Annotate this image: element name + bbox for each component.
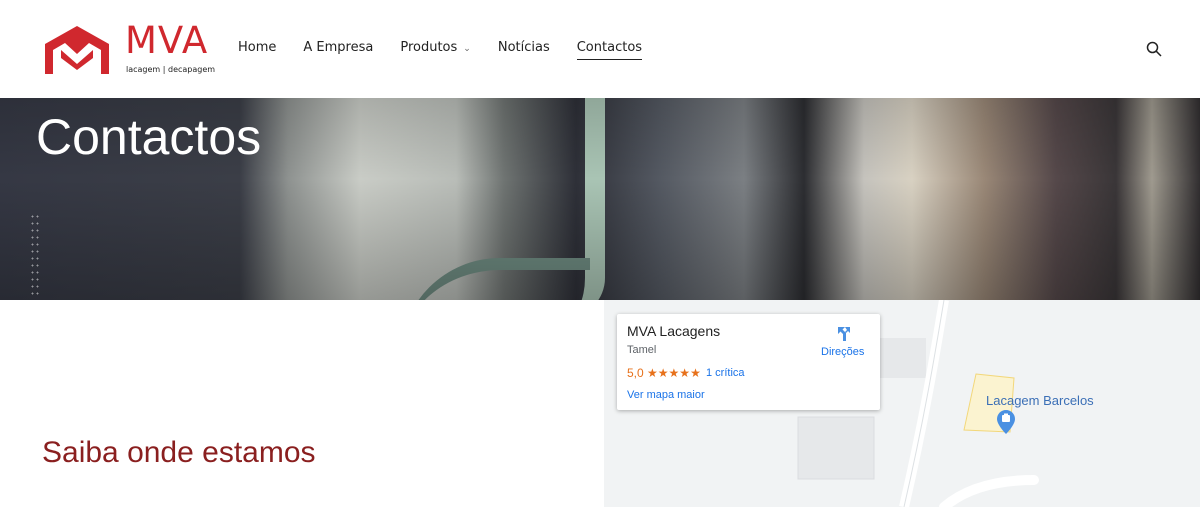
nav-produtos[interactable]: Produtos ⌄ — [400, 40, 471, 60]
nav-a-empresa[interactable]: A Empresa — [303, 40, 373, 60]
nav-home[interactable]: Home — [238, 40, 276, 60]
place-rating: 5,0 ★★★★★ — [627, 366, 701, 380]
chevron-down-icon: ⌄ — [463, 44, 471, 54]
nav-noticias[interactable]: Notícias — [498, 40, 550, 60]
main-nav: Home A Empresa Produtos ⌄ Notícias Contac… — [238, 40, 669, 60]
house-logo-icon — [45, 26, 109, 74]
nav-contactos[interactable]: Contactos — [576, 40, 643, 60]
directions-link[interactable]: Direções — [821, 346, 864, 358]
hero-banner: Contactos — [0, 98, 1200, 300]
logo-text: MVA — [125, 19, 209, 62]
site-header: MVA lacagem | decapagem Home A Empresa P… — [0, 0, 1200, 98]
nav-produtos-label: Produtos — [400, 40, 458, 55]
reviews-link[interactable]: 1 crítica — [706, 367, 745, 379]
map-pin-icon[interactable] — [997, 410, 1015, 434]
map-place-label[interactable]: Lacagem Barcelos — [986, 393, 1094, 408]
rating-stars: ★★★★★ — [647, 366, 701, 380]
section-title: Saiba onde estamos — [42, 436, 316, 469]
place-location: Tamel — [627, 344, 657, 356]
view-larger-map-link[interactable]: Ver mapa maior — [627, 389, 705, 401]
logo-tagline: lacagem | decapagem — [126, 65, 216, 74]
page-title: Contactos — [36, 109, 262, 165]
directions-icon[interactable] — [835, 325, 853, 343]
rating-value: 5,0 — [627, 366, 644, 380]
logo[interactable]: MVA lacagem | decapagem — [43, 22, 215, 80]
place-name: MVA Lacagens — [627, 323, 721, 339]
place-card: MVA Lacagens Tamel 5,0 ★★★★★ 1 crítica V… — [617, 314, 880, 410]
hero-dots — [30, 213, 40, 298]
search-icon[interactable] — [1146, 41, 1162, 57]
